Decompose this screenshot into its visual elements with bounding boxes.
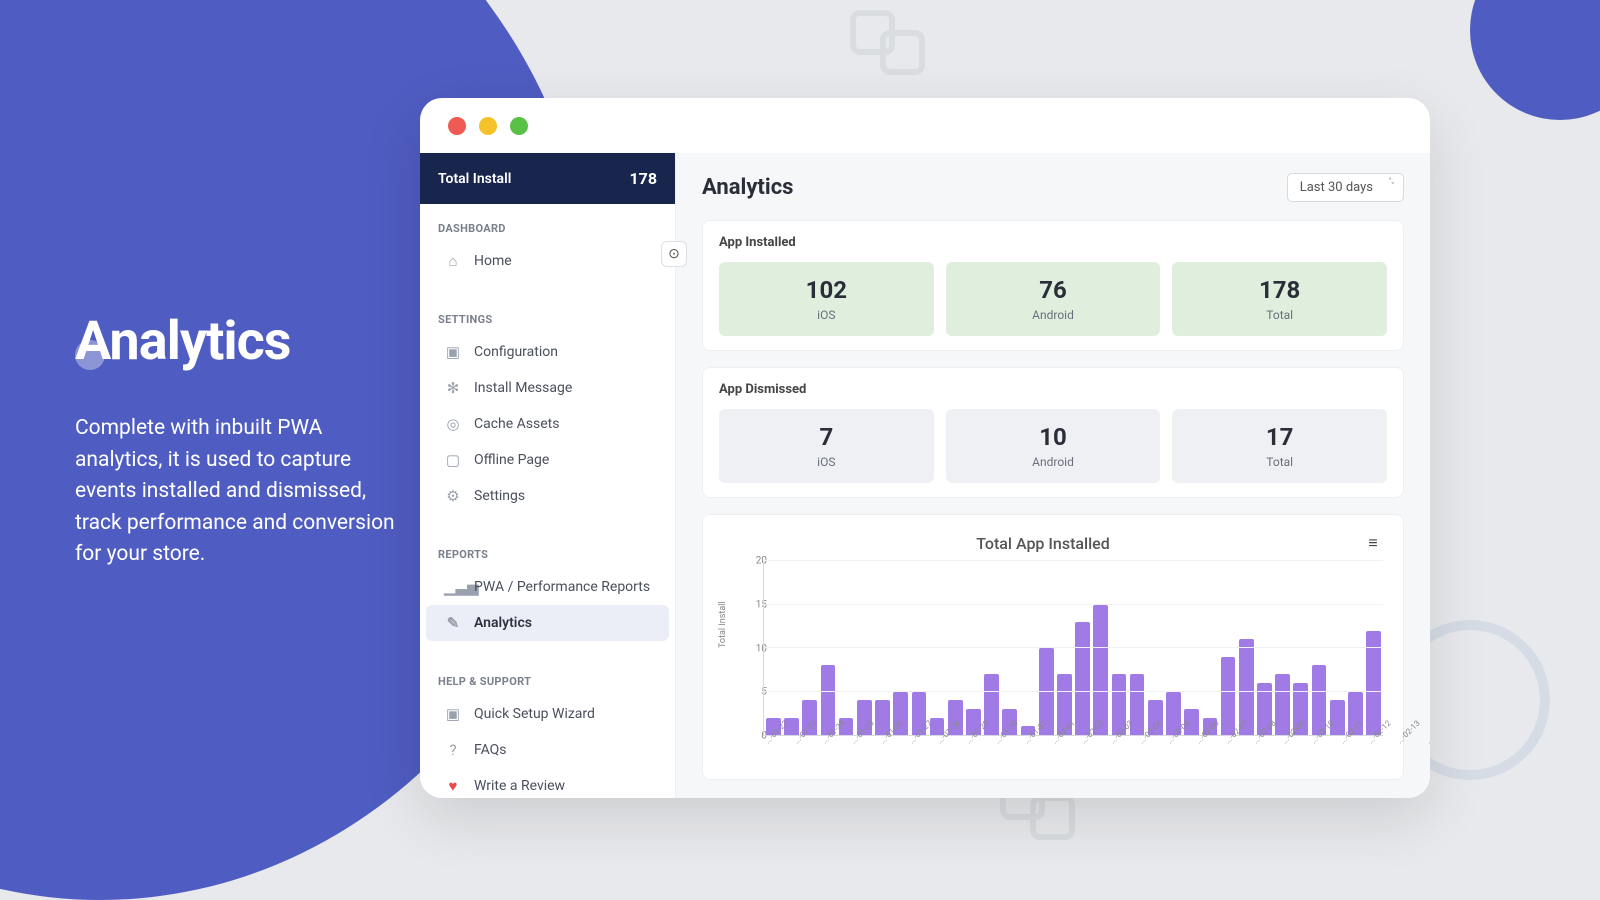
date-range-select[interactable]: Last 30 days [1287,173,1404,202]
sidebar-item-write-review[interactable]: ♥ Write a Review [426,768,669,798]
marketing-body: Complete with inbuilt PWA analytics, it … [75,413,405,571]
help-icon: ? [444,741,462,759]
config-icon: ▣ [444,343,462,361]
sidebar-item-label: Analytics [474,615,532,631]
chart-ylabel: Total Install [718,601,728,648]
sidebar-item-label: Home [474,253,512,269]
offline-icon: ▢ [444,451,462,469]
stat-total-dismissed: 17Total [1172,409,1387,483]
message-icon: ✻ [444,379,462,397]
sidebar-item-label: Configuration [474,344,558,360]
sidebar-item-offline-page[interactable]: ▢ Offline Page [426,442,669,478]
marketing-title: Analytics [75,310,405,373]
chart-menu-button[interactable]: ≡ [1363,533,1383,553]
sidebar-item-faqs[interactable]: ? FAQs [426,732,669,768]
sidebar-item-label: Offline Page [474,452,549,468]
sidebar-item-label: Cache Assets [474,416,559,432]
sidebar: Total Install 178 ⊙ DASHBOARD ⌂ Home SET… [420,153,676,798]
stat-ios-installed: 102iOS [719,262,934,336]
app-installed-card: App Installed 102iOS 76Android 178Total [702,220,1404,351]
sidebar-item-install-message[interactable]: ✻ Install Message [426,370,669,406]
collapse-sidebar-button[interactable]: ⊙ [661,241,687,267]
chart-plot [763,561,1383,736]
sidebar-item-label: Write a Review [474,778,565,794]
sidebar-item-home[interactable]: ⌂ Home [426,243,669,279]
card-title: App Installed [719,235,1387,250]
card-title: App Dismissed [719,382,1387,397]
analytics-icon: ✎ [444,614,462,632]
stat-android-installed: 76Android [946,262,1161,336]
sidebar-heading-settings: SETTINGS [420,305,675,334]
app-window: Total Install 178 ⊙ DASHBOARD ⌂ Home SET… [420,98,1430,798]
stat-android-dismissed: 10Android [946,409,1161,483]
sidebar-item-label: Quick Setup Wizard [474,706,595,722]
stat-total-installed: 178Total [1172,262,1387,336]
bg-link-icon [850,10,940,80]
minimize-icon[interactable] [479,117,497,135]
total-install-banner: Total Install 178 [420,153,675,204]
chart-icon: ▁▃▅ [444,578,462,596]
sidebar-heading-dashboard: DASHBOARD [420,214,675,243]
sidebar-item-label: Settings [474,488,525,504]
stat-ios-dismissed: 7iOS [719,409,934,483]
sidebar-heading-reports: REPORTS [420,540,675,569]
window-titlebar [420,98,1430,153]
sidebar-item-label: PWA / Performance Reports [474,579,650,595]
gear-icon: ⚙ [444,487,462,505]
chart-bar[interactable] [1093,605,1108,736]
sidebar-item-pwa-reports[interactable]: ▁▃▅ PWA / Performance Reports [426,569,669,605]
sidebar-item-label: Install Message [474,380,572,396]
app-body: Total Install 178 ⊙ DASHBOARD ⌂ Home SET… [420,153,1430,798]
heart-icon: ♥ [444,777,462,795]
bg-corner [1470,0,1600,120]
chart-title: Total App Installed [723,534,1363,553]
chart-bar[interactable] [1221,657,1236,735]
chart-xtick: ...-02-14 [1424,719,1430,752]
sidebar-heading-help: HELP & SUPPORT [420,667,675,696]
cache-icon: ◎ [444,415,462,433]
chart-bar[interactable] [1075,622,1090,735]
sidebar-item-configuration[interactable]: ▣ Configuration [426,334,669,370]
chart-card: Total App Installed ≡ Total Install 0510… [702,514,1404,780]
wizard-icon: ▣ [444,705,462,723]
sidebar-item-quick-setup[interactable]: ▣ Quick Setup Wizard [426,696,669,732]
sidebar-item-analytics[interactable]: ✎ Analytics [426,605,669,641]
maximize-icon[interactable] [510,117,528,135]
sidebar-item-settings[interactable]: ⚙ Settings [426,478,669,514]
page-title: Analytics [702,175,793,200]
home-icon: ⌂ [444,252,462,270]
main-header: Analytics Last 30 days [702,173,1404,202]
sidebar-item-label: FAQs [474,742,507,758]
marketing-panel: Analytics Complete with inbuilt PWA anal… [75,310,405,571]
chart-body: Total Install 05101520 ...-01-22...-01-2… [723,561,1383,761]
chart-xtick: ...-02-13 [1395,719,1428,752]
total-install-label: Total Install [438,171,511,187]
app-dismissed-card: App Dismissed 7iOS 10Android 17Total [702,367,1404,498]
total-install-value: 178 [629,169,657,188]
close-icon[interactable] [448,117,466,135]
chart-xaxis: ...-01-22...-01-23...-01-24...-01-25...-… [763,739,1383,757]
sidebar-item-cache-assets[interactable]: ◎ Cache Assets [426,406,669,442]
main-content: Analytics Last 30 days App Installed 102… [676,153,1430,798]
accent-dot [75,340,105,370]
